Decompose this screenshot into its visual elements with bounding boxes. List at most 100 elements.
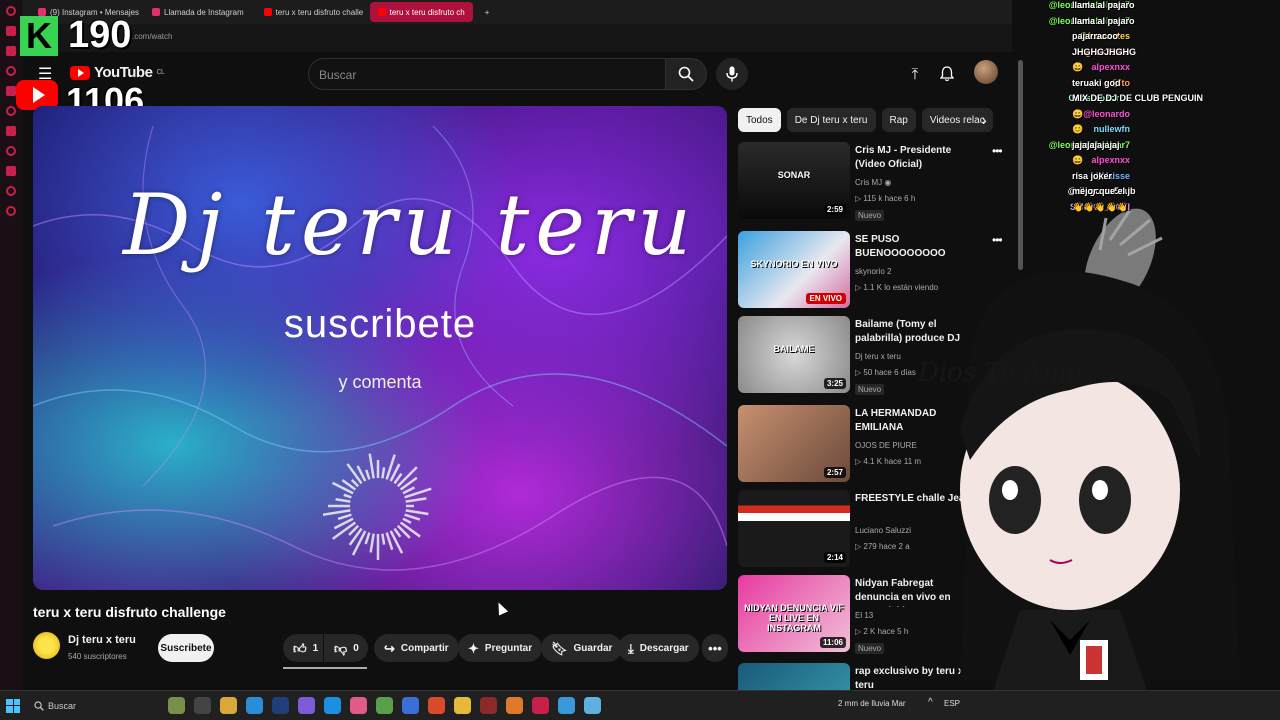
edge-icon[interactable] <box>246 697 263 714</box>
new-tab-button[interactable]: + <box>477 2 498 22</box>
chat-message: @diego-ne5nu mejor que el jb <box>950 186 1280 202</box>
sidebar-app-icon[interactable] <box>6 86 16 96</box>
more-actions-button[interactable]: ••• <box>702 634 728 662</box>
share-button[interactable]: ↪ Compartir <box>374 634 459 662</box>
video-thumbnail[interactable]: BAILAME 3:25 <box>738 316 850 393</box>
menu-icon[interactable]: ☰ <box>38 64 52 84</box>
download-icon: ⤓ <box>628 640 634 656</box>
chrome-icon[interactable] <box>454 697 471 714</box>
chat-text: jajajajajajaj <box>1072 139 1120 150</box>
video-thumbnail[interactable]: 2:14 <box>738 490 850 567</box>
app-icon[interactable] <box>584 697 601 714</box>
channel-avatar[interactable] <box>33 632 60 659</box>
chevron-up-icon[interactable]: ^ <box>928 697 933 708</box>
screen: (9) Instagram • Mensajes Llamada de Insta… <box>0 0 1280 720</box>
taskbar-apps <box>168 697 601 714</box>
sidebar-app-icon[interactable] <box>6 186 16 196</box>
sidebar-x-icon[interactable] <box>6 146 16 156</box>
chat-message: @leonardobelmar7 jajajajajajaj <box>950 140 1280 156</box>
browser-tab[interactable]: Llamada de Instagram <box>144 2 252 22</box>
opera-icon[interactable] <box>532 697 549 714</box>
chat-text: 😊 <box>1072 124 1084 134</box>
country-code: CL <box>156 69 165 76</box>
chat-username: nullewfn <box>1093 124 1131 134</box>
live-badge: EN VIVO <box>805 293 846 304</box>
browser-tab-label: teru x teru disfruto ch <box>389 7 465 17</box>
voice-search-button[interactable] <box>716 58 748 90</box>
chat-message: @Vaisse risa joker <box>950 171 1280 187</box>
rec-channel[interactable]: Dj teru x teru <box>855 352 901 361</box>
chat-text: MIX DE DJ DE CLUB PENGUIN <box>1072 93 1204 103</box>
filter-chip[interactable]: Rap <box>881 108 916 132</box>
video-title: teru x teru disfruto challenge <box>33 604 226 620</box>
rec-channel[interactable]: skynorio 2 <box>855 267 891 276</box>
browser-tab[interactable]: teru x teru disfruto challe <box>256 2 366 22</box>
new-badge: Nuevo <box>855 210 885 221</box>
chat-message: @leonardobelmar7 llama al pajaro <box>950 0 1280 16</box>
address-bar[interactable]: .com/watch <box>22 24 1012 52</box>
opera-logo-icon[interactable] <box>6 6 16 16</box>
sidebar-app-icon[interactable] <box>6 166 16 176</box>
youtube-home-logo[interactable]: YouTube CL <box>70 64 165 81</box>
chat-username: alpexnxx <box>1091 62 1130 72</box>
sidebar-twitch-icon[interactable] <box>6 126 16 136</box>
app-icon[interactable] <box>376 697 393 714</box>
chat-message: raghar12326 JHGHGJHGHG <box>950 47 1280 63</box>
duration-badge: 11:06 <box>819 637 846 648</box>
search-button[interactable] <box>665 58 707 90</box>
video-thumbnail[interactable]: SONAR 2:59 <box>738 142 850 219</box>
upload-icon[interactable]: ⤒ <box>904 63 926 85</box>
app-icon[interactable] <box>272 697 289 714</box>
filter-chip[interactable]: Todos <box>738 108 781 132</box>
taskbar-search[interactable]: Buscar <box>34 701 134 711</box>
app-icon[interactable] <box>558 697 575 714</box>
chat-text: pajarracoo <box>1072 31 1119 41</box>
channel-name[interactable]: Dj teru x teru <box>68 634 136 646</box>
task-view-icon[interactable] <box>194 697 211 714</box>
sidebar-app-icon[interactable] <box>6 66 16 76</box>
rec-channel[interactable]: El 13 <box>855 611 873 620</box>
sidebar-home-icon[interactable] <box>6 26 16 36</box>
browser-tab-bar: (9) Instagram • Mensajes Llamada de Insta… <box>22 0 1012 24</box>
ask-button[interactable]: ✦ Preguntar <box>458 634 543 662</box>
sidebar-app-icon[interactable] <box>6 106 16 116</box>
search-icon <box>34 700 44 711</box>
like-button[interactable]: 👍︎ 1 <box>283 634 323 662</box>
widget-icon[interactable] <box>168 697 185 714</box>
app-icon[interactable] <box>428 697 445 714</box>
thumbnail-text: BAILAME <box>773 344 815 354</box>
dislike-count: 0 <box>353 642 359 654</box>
video-player[interactable]: Dj teru teru suscribete y comenta <box>33 106 727 590</box>
app-icon[interactable] <box>298 697 315 714</box>
chat-username: alpexnxx <box>1091 155 1130 165</box>
chat-message: nullewfn 😊 <box>950 124 1280 140</box>
language-indicator[interactable]: ESP <box>944 699 960 708</box>
download-button[interactable]: ⤓ Descargar <box>618 634 699 662</box>
search-input[interactable]: Buscar <box>308 58 666 90</box>
subscribe-button[interactable]: Suscribete <box>158 634 214 662</box>
dislike-button[interactable]: 👎︎ 0 <box>324 634 368 662</box>
app-icon[interactable] <box>350 697 367 714</box>
video-thumbnail[interactable]: SKYNORIO EN VIVO EN VIVO <box>738 231 850 308</box>
youtube-icon <box>263 8 272 16</box>
video-thumbnail[interactable]: NIDYAN DENUNCIA VIF EN LIVE EN INSTAGRAM… <box>738 575 850 652</box>
video-thumbnail[interactable]: 2:57 <box>738 405 850 482</box>
vtuber-avatar <box>960 208 1240 700</box>
app-icon[interactable] <box>506 697 523 714</box>
app-icon[interactable] <box>402 697 419 714</box>
weather-widget[interactable]: 2 mm de lluvia Mar <box>838 699 906 708</box>
video-overlay-title: Dj teru teru <box>123 176 698 274</box>
save-button[interactable]: 🔖︎ Guardar <box>541 634 623 662</box>
browser-tab[interactable]: teru x teru disfruto ch <box>369 2 473 22</box>
download-label: Descargar <box>639 642 689 654</box>
sidebar-settings-icon[interactable] <box>6 206 16 216</box>
rec-channel[interactable]: Cris MJ ◉ <box>855 178 891 187</box>
sidebar-app-icon[interactable] <box>6 46 16 56</box>
windows-start-icon[interactable] <box>6 698 20 713</box>
filter-chip[interactable]: De Dj teru x teru <box>786 108 876 132</box>
browser-icon[interactable] <box>324 697 341 714</box>
file-explorer-icon[interactable] <box>220 697 237 714</box>
youtube-icon <box>377 8 386 16</box>
youtube-wordmark: YouTube <box>94 64 153 81</box>
app-icon[interactable] <box>480 697 497 714</box>
